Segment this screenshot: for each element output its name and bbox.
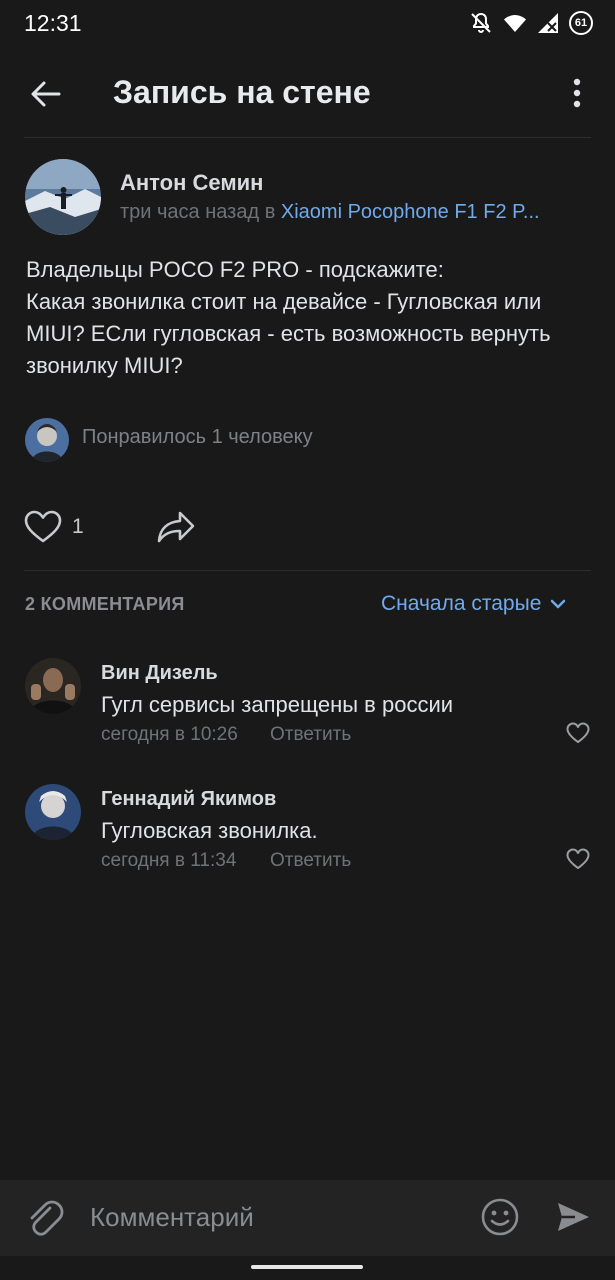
liker-avatar[interactable] <box>25 418 69 462</box>
liked-by-text[interactable]: Понравилось 1 человеку <box>82 426 313 449</box>
more-vertical-icon <box>573 78 581 108</box>
comment-date: сегодня в 10:26 <box>101 724 238 745</box>
post-text: Владельцы POCO F2 PRO - подскажите: Кака… <box>26 254 596 382</box>
send-button[interactable] <box>555 1199 591 1240</box>
post-meta: три часа назад в Xiaomi Pocophone F1 F2 … <box>120 201 590 224</box>
sort-label: Сначала старые <box>381 592 542 615</box>
author-avatar[interactable] <box>25 159 101 235</box>
emoji-button[interactable] <box>480 1197 520 1242</box>
post-time: три часа назад в <box>120 201 281 223</box>
author-avatar-image <box>25 159 101 235</box>
sort-dropdown[interactable]: Сначала старые <box>381 592 567 616</box>
share-icon <box>157 511 195 543</box>
post-group-link[interactable]: Xiaomi Pocophone F1 F2 P... <box>281 201 540 223</box>
like-count: 1 <box>72 515 84 538</box>
mute-bell-icon <box>471 12 491 33</box>
actions-divider <box>24 570 591 571</box>
post-text-line: MIUI? ЕСли гугловская - есть возможность… <box>26 321 551 346</box>
comment-avatar-image <box>25 784 81 840</box>
post-author-name[interactable]: Антон Семин <box>120 170 263 196</box>
comment-author[interactable]: Геннадий Якимов <box>101 788 276 811</box>
post-text-line: Владельцы POCO F2 PRO - подскажите: <box>26 257 444 282</box>
send-icon <box>558 1203 589 1231</box>
comment-avatar[interactable] <box>25 784 81 840</box>
page-title: Запись на стене <box>113 74 371 110</box>
like-button[interactable]: 1 <box>24 510 84 544</box>
battery-icon: 61 <box>569 11 593 35</box>
status-time: 12:31 <box>24 10 82 36</box>
heart-icon <box>566 722 590 743</box>
smiley-icon <box>481 1198 519 1236</box>
header-divider <box>24 137 591 138</box>
comment-like-button[interactable] <box>566 848 590 875</box>
more-options-button[interactable] <box>562 76 592 112</box>
post-text-line: Какая звонилка стоит на девайсе - Гуглов… <box>26 289 542 314</box>
heart-icon <box>24 510 62 543</box>
comments-count: 2 КОММЕНТАРИЯ <box>25 594 185 614</box>
battery-level: 61 <box>574 17 588 29</box>
comment-text: Гугл сервисы запрещены в россии <box>101 692 454 717</box>
home-indicator[interactable] <box>251 1265 363 1269</box>
heart-icon <box>566 848 590 869</box>
status-icons: 61 <box>469 11 593 35</box>
comment-author[interactable]: Вин Дизель <box>101 662 218 685</box>
chevron-down-icon <box>551 599 566 609</box>
share-button[interactable] <box>156 510 196 549</box>
comment-text: Гугловская звонилка. <box>101 818 318 843</box>
paperclip-icon <box>30 1200 64 1236</box>
back-button[interactable] <box>26 74 66 114</box>
comment-like-button[interactable] <box>566 722 590 749</box>
post-text-line: звонилку MIUI? <box>26 353 183 378</box>
comment-avatar[interactable] <box>25 658 81 714</box>
wifi-icon <box>504 15 526 32</box>
attach-button[interactable] <box>26 1198 64 1243</box>
liker-avatar-image <box>25 418 69 462</box>
reply-button[interactable]: Ответить <box>270 850 351 872</box>
comment-date: сегодня в 11:34 <box>101 850 237 871</box>
cellular-signal-icon <box>538 13 558 33</box>
arrow-left-icon <box>31 81 61 107</box>
reply-button[interactable]: Ответить <box>270 724 351 746</box>
comment-avatar-image <box>25 658 81 714</box>
comment-input[interactable]: Комментарий <box>90 1202 254 1233</box>
